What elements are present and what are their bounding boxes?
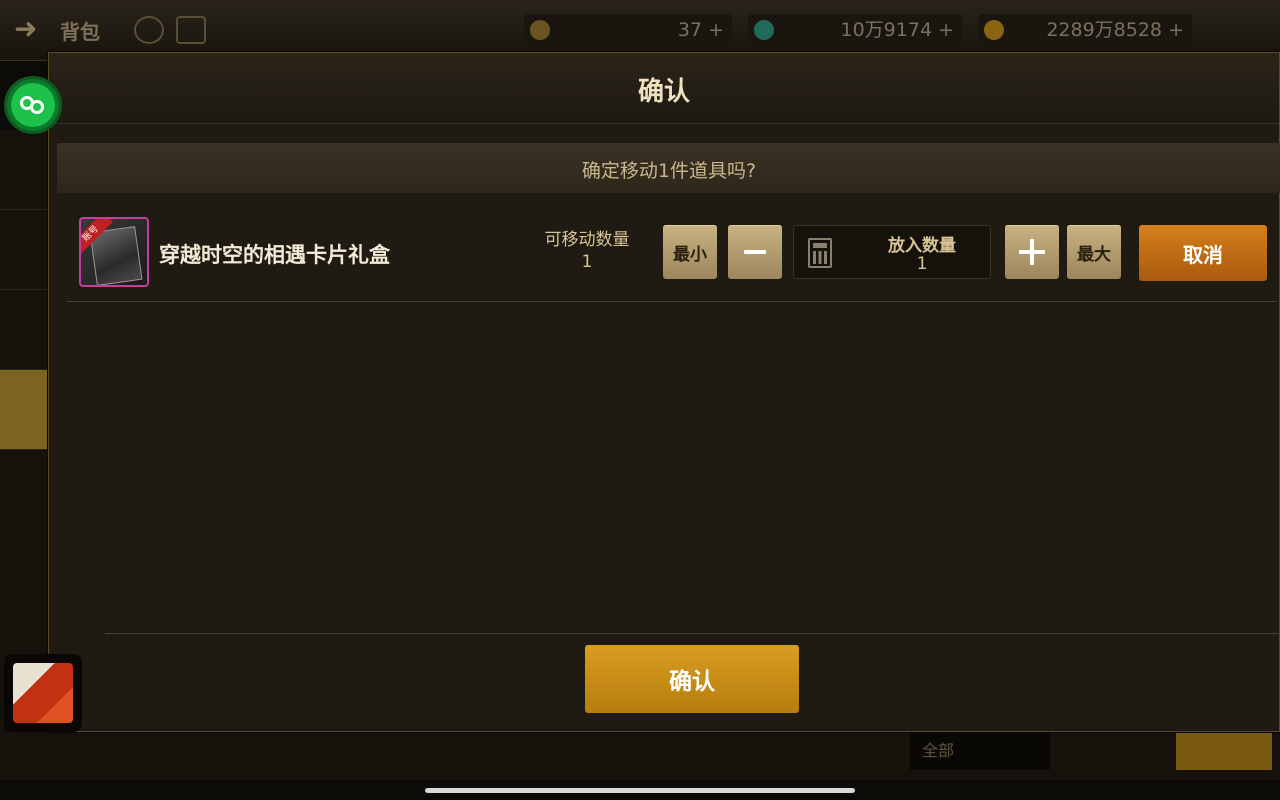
question-banner: 确定移动1件道具吗? [57, 143, 1280, 193]
resource-crescent[interactable]: 37 + [524, 14, 732, 46]
bottom-bar: 全部 [0, 730, 1280, 780]
diamond-filter-icon[interactable] [134, 16, 164, 44]
sidebar-tab[interactable] [0, 130, 48, 210]
floating-app-icon[interactable] [4, 654, 82, 732]
max-button[interactable]: 最大 [1067, 225, 1121, 279]
bottom-action-button[interactable] [1176, 730, 1272, 770]
category-sidebar [0, 130, 48, 730]
minus-icon [744, 250, 766, 254]
quantity-value: 1 [916, 254, 928, 274]
plus-icon [1019, 239, 1045, 265]
movable-label: 可移动数量 [544, 230, 630, 250]
crescent-icon [530, 20, 550, 40]
decrement-button[interactable] [728, 225, 782, 279]
floating-link-icon[interactable] [4, 76, 62, 134]
item-row: 账号 穿越时空的相遇卡片礼盒 可移动数量 1 最小 放入数量 1 最大 取消 [67, 211, 1277, 302]
quantity-label: 放入数量 [888, 236, 956, 256]
screen-title: 背包 [60, 20, 100, 44]
resource-value: 2289万8528 [1046, 19, 1163, 41]
resource-gem[interactable]: 10万9174 + [748, 14, 962, 46]
cancel-button[interactable]: 取消 [1139, 225, 1267, 281]
gem-icon [754, 20, 774, 40]
app-avatar [13, 663, 73, 723]
min-button[interactable]: 最小 [663, 225, 717, 279]
confirm-button[interactable]: 确认 [585, 645, 799, 713]
gold-coin-icon [984, 20, 1004, 40]
dialog-header: 确认 [49, 53, 1279, 124]
confirm-dialog: 确认 确定移动1件道具吗? 账号 穿越时空的相遇卡片礼盒 可移动数量 1 最小 … [48, 52, 1280, 732]
resource-value: 10万9174 [840, 19, 933, 41]
calculator-icon[interactable] [808, 238, 832, 268]
resource-gold[interactable]: 2289万8528 + [978, 14, 1192, 46]
item-thumbnail[interactable]: 账号 [79, 217, 149, 287]
sidebar-tab[interactable] [0, 290, 48, 370]
item-name: 穿越时空的相遇卡片礼盒 [159, 243, 390, 267]
home-indicator[interactable] [425, 788, 855, 793]
filter-select[interactable]: 全部 [910, 732, 1050, 770]
footer-divider [105, 633, 1280, 634]
dialog-title: 确认 [637, 77, 690, 107]
quantity-input[interactable]: 放入数量 1 [793, 225, 991, 279]
back-arrow-icon[interactable]: ➜ [14, 14, 44, 44]
sidebar-tab[interactable] [0, 210, 48, 290]
increment-button[interactable] [1005, 225, 1059, 279]
movable-quantity: 可移动数量 1 [537, 229, 637, 273]
resource-value: 37 [677, 19, 703, 41]
sidebar-tab-active[interactable] [0, 370, 48, 450]
question-text: 确定移动1件道具吗? [581, 160, 757, 182]
bag-filter-icon[interactable] [176, 16, 206, 44]
movable-value: 1 [581, 252, 593, 272]
